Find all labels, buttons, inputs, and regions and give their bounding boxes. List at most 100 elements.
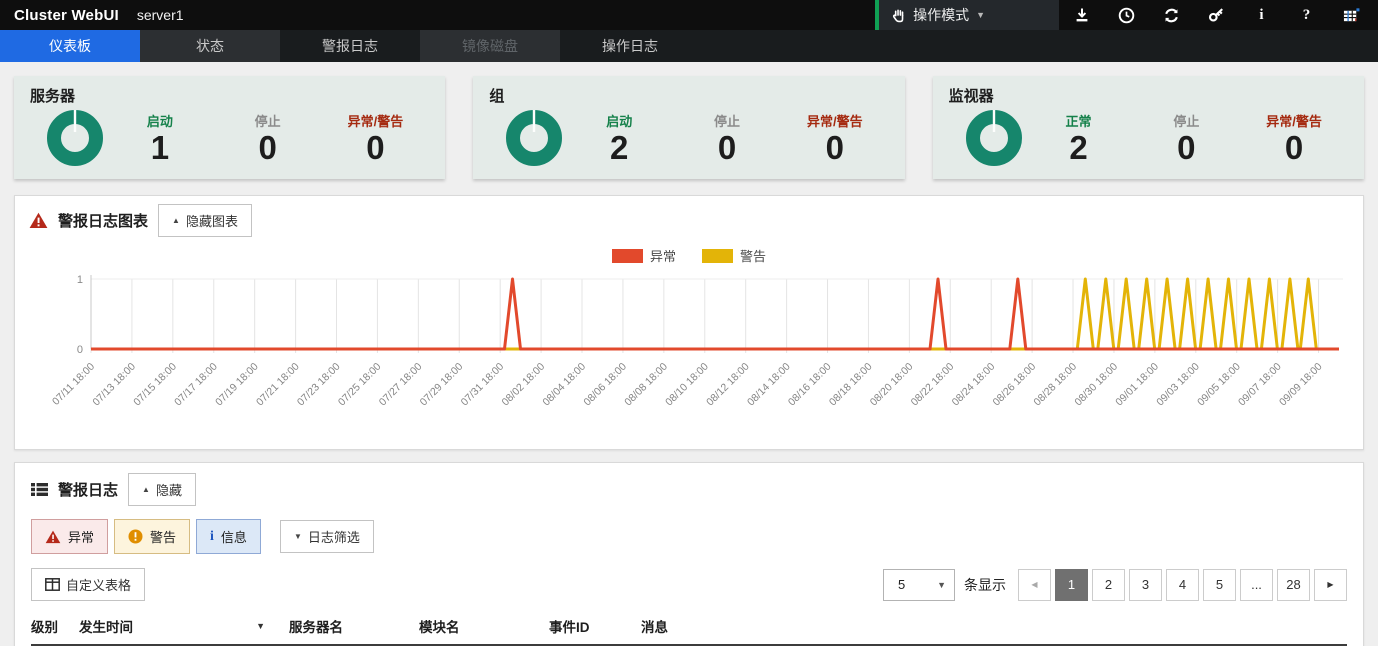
download-icon[interactable]	[1073, 7, 1090, 24]
filter-info-button[interactable]: i 信息	[196, 519, 261, 554]
svg-text:09/07 18:00: 09/07 18:00	[1236, 361, 1284, 409]
tab-bar: 仪表板 状态 警报日志 镜像磁盘 操作日志	[0, 30, 1378, 62]
svg-text:08/02 18:00: 08/02 18:00	[500, 361, 548, 409]
columns-icon	[45, 578, 60, 591]
status-cards-row: 服务器 启动 1 停止 0	[14, 76, 1364, 179]
svg-text:07/31 18:00: 07/31 18:00	[459, 361, 507, 409]
exclamation-circle-icon	[128, 529, 143, 544]
svg-text:09/03 18:00: 09/03 18:00	[1154, 361, 1202, 409]
log-filter-dropdown[interactable]: ▼ 日志筛选	[280, 520, 374, 553]
stat-value: 2	[1025, 131, 1133, 166]
stat-value: 0	[781, 131, 889, 166]
legend-item-warning: 警告	[702, 246, 766, 265]
svg-text:1: 1	[77, 274, 83, 286]
tab-dashboard[interactable]: 仪表板	[0, 30, 140, 62]
svg-text:08/20 18:00: 08/20 18:00	[868, 361, 916, 409]
column-header-message[interactable]: 消息	[641, 616, 1347, 636]
stat-stopped: 停止 0	[673, 111, 781, 166]
alert-table-header: 级别 发生时间 ▼ 服务器名 模块名 事件ID 消息	[31, 616, 1347, 646]
topbar-icon-strip: i ?	[1059, 0, 1378, 30]
svg-text:08/04 18:00: 08/04 18:00	[540, 361, 588, 409]
filter-error-button[interactable]: 异常	[31, 519, 108, 554]
svg-text:07/27 18:00: 07/27 18:00	[377, 361, 425, 409]
warning-triangle-icon	[45, 530, 61, 544]
svg-text:07/13 18:00: 07/13 18:00	[90, 361, 138, 409]
chevron-down-icon: ▼	[976, 10, 985, 20]
server-status-card: 服务器 启动 1 停止 0	[14, 76, 445, 179]
app-title: Cluster WebUI	[14, 7, 119, 24]
page-button-28[interactable]: 28	[1277, 569, 1310, 601]
alert-log-chart-panel: 警报日志图表 ▲ 隐藏图表 异常 警告 07/11 18:0007/13 18:…	[14, 195, 1364, 450]
svg-text:0: 0	[77, 344, 83, 356]
warning-triangle-icon	[29, 212, 48, 229]
hide-log-button[interactable]: ▲ 隐藏	[128, 473, 196, 506]
help-icon[interactable]: ?	[1298, 7, 1315, 24]
column-header-level[interactable]: 级别	[31, 616, 79, 636]
card-title: 服务器	[30, 85, 429, 106]
svg-text:08/26 18:00: 08/26 18:00	[991, 361, 1039, 409]
page-button-3[interactable]: 3	[1129, 569, 1162, 601]
svg-text:08/22 18:00: 08/22 18:00	[909, 361, 957, 409]
chevron-down-icon: ▼	[937, 580, 946, 590]
info-icon[interactable]: i	[1253, 7, 1270, 24]
column-header-server[interactable]: 服务器名	[289, 616, 419, 636]
tab-status[interactable]: 状态	[140, 30, 280, 62]
svg-text:07/17 18:00: 07/17 18:00	[172, 361, 220, 409]
tab-alert-log[interactable]: 警报日志	[280, 30, 420, 62]
stat-value: 0	[214, 131, 322, 166]
filter-row: 异常 警告 i 信息 ▼ 日志筛选	[31, 519, 1347, 554]
stat-value: 0	[1240, 131, 1348, 166]
svg-text:08/12 18:00: 08/12 18:00	[704, 361, 752, 409]
tab-operation-log[interactable]: 操作日志	[560, 30, 700, 62]
chevron-down-icon: ▼	[294, 532, 302, 541]
prev-page-button[interactable]: ◀	[1018, 569, 1051, 601]
collapse-icon: ▲	[172, 216, 180, 225]
card-title: 监视器	[949, 85, 1348, 106]
operation-mode-dropdown[interactable]: 操作模式 ▼	[875, 0, 1059, 30]
donut-chart	[503, 107, 565, 169]
next-page-button[interactable]: ▶	[1314, 569, 1347, 601]
key-icon[interactable]	[1208, 7, 1225, 24]
list-icon	[31, 482, 48, 497]
donut-chart	[963, 107, 1025, 169]
svg-text:09/09 18:00: 09/09 18:00	[1277, 361, 1325, 409]
hide-chart-button[interactable]: ▲ 隐藏图表	[158, 204, 252, 237]
clock-icon[interactable]	[1118, 7, 1135, 24]
stat-started: 启动 2	[565, 111, 673, 166]
page-ellipsis[interactable]: ...	[1240, 569, 1273, 601]
svg-text:08/08 18:00: 08/08 18:00	[622, 361, 670, 409]
svg-text:08/14 18:00: 08/14 18:00	[745, 361, 793, 409]
svg-text:07/15 18:00: 07/15 18:00	[131, 361, 179, 409]
svg-text:08/24 18:00: 08/24 18:00	[950, 361, 998, 409]
svg-text:08/06 18:00: 08/06 18:00	[581, 361, 629, 409]
table-toolbar: 自定义表格 5 ▼ 条显示 ◀ 1 2 3 4 5 ... 28 ▶	[31, 568, 1347, 601]
hand-icon	[891, 8, 906, 23]
page-button-2[interactable]: 2	[1092, 569, 1125, 601]
customize-table-button[interactable]: 自定义表格	[31, 568, 145, 601]
column-header-module[interactable]: 模块名	[419, 616, 549, 636]
page-button-1[interactable]: 1	[1055, 569, 1088, 601]
entries-label: 条显示	[964, 575, 1006, 595]
svg-text:08/16 18:00: 08/16 18:00	[786, 361, 834, 409]
info-icon: i	[210, 529, 214, 545]
svg-text:09/01 18:00: 09/01 18:00	[1113, 361, 1161, 409]
operation-mode-label: 操作模式	[913, 5, 969, 25]
cluster-name: server1	[137, 7, 184, 23]
alert-panel-title: 警报日志	[58, 479, 118, 500]
table-icon[interactable]	[1343, 7, 1360, 24]
column-header-event-id[interactable]: 事件ID	[549, 616, 641, 636]
refresh-icon[interactable]	[1163, 7, 1180, 24]
svg-text:07/23 18:00: 07/23 18:00	[295, 361, 343, 409]
sort-desc-icon: ▼	[256, 621, 265, 631]
page-button-4[interactable]: 4	[1166, 569, 1199, 601]
page-size-select[interactable]: 5 ▼	[883, 569, 955, 601]
chart-panel-title: 警报日志图表	[58, 210, 148, 231]
stat-value: 0	[1132, 131, 1240, 166]
filter-warning-button[interactable]: 警告	[114, 519, 190, 554]
stat-started: 启动 1	[106, 111, 214, 166]
stat-error-warning: 异常/警告 0	[322, 111, 430, 166]
page-button-5[interactable]: 5	[1203, 569, 1236, 601]
stat-stopped: 停止 0	[1132, 111, 1240, 166]
column-header-time[interactable]: 发生时间 ▼	[79, 616, 289, 636]
svg-text:09/05 18:00: 09/05 18:00	[1195, 361, 1243, 409]
